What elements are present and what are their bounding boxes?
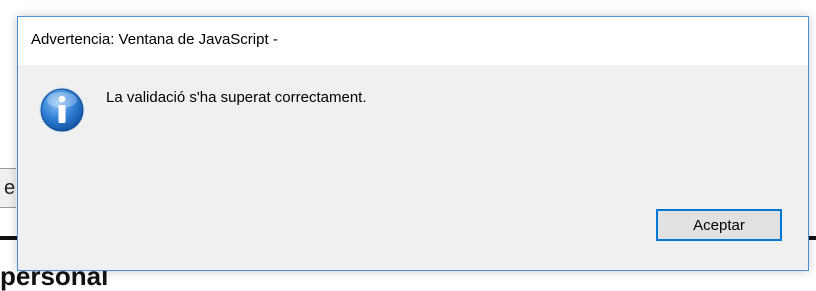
dialog-titlebar[interactable]: Advertencia: Ventana de JavaScript - [18, 17, 808, 65]
info-icon [39, 87, 85, 133]
background-field: e [0, 168, 16, 208]
ok-button[interactable]: Aceptar [656, 209, 782, 241]
dialog-message: La validació s'ha superat correctament. [106, 89, 367, 106]
background-field-text: e [4, 177, 16, 199]
dialog-title: Advertencia: Ventana de JavaScript - [31, 31, 278, 48]
alert-dialog: Advertencia: Ventana de JavaScript - La … [17, 16, 809, 271]
